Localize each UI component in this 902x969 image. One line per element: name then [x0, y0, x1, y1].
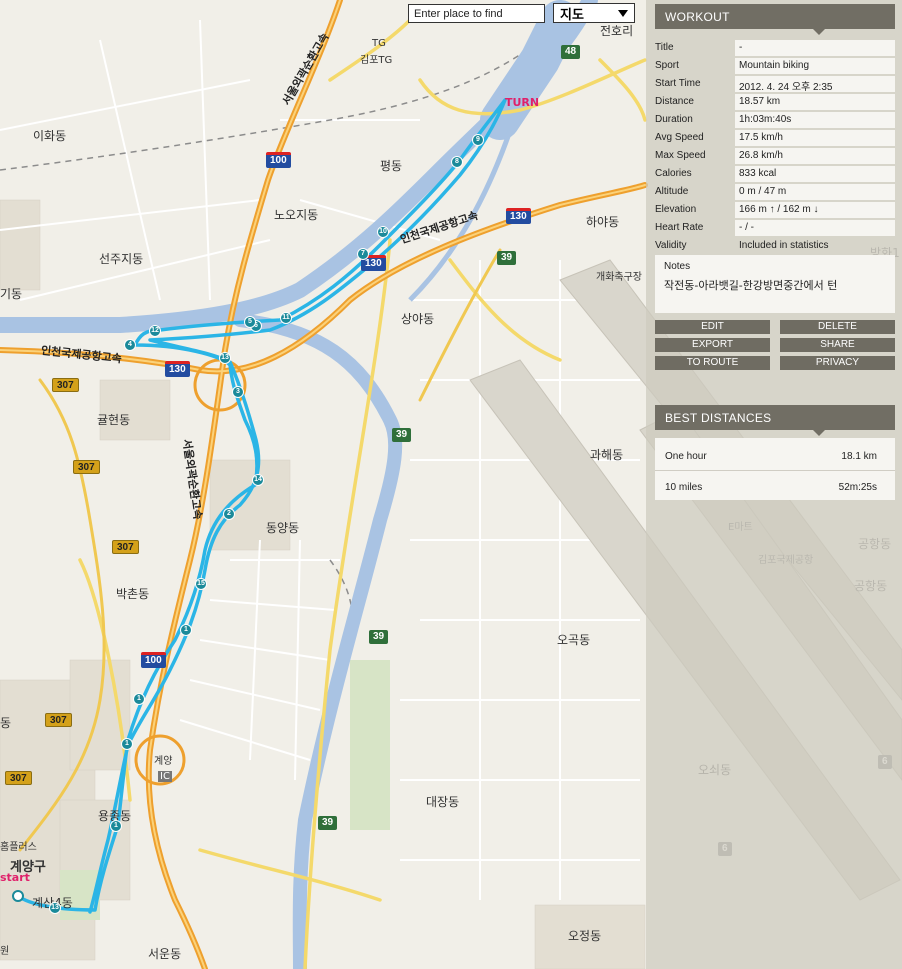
delete-button[interactable]: DELETE	[780, 320, 895, 334]
field-altitude: Altitude 0 m / 47 m	[655, 184, 895, 200]
map-type-label: 지도	[560, 7, 584, 23]
field-heart-rate: Heart Rate - / -	[655, 220, 895, 236]
field-value: Mountain biking	[735, 58, 895, 74]
field-value: 17.5 km/h	[735, 130, 895, 146]
field-duration: Duration 1h:03m:40s	[655, 112, 895, 128]
field-label: Start Time	[655, 78, 701, 89]
field-label: Distance	[655, 96, 694, 107]
best-value: 52m:25s	[838, 482, 877, 493]
field-value: -	[735, 40, 895, 56]
field-value: Included in statistics	[739, 240, 829, 251]
field-value: 166 m ↑ / 162 m ↓	[735, 202, 895, 218]
field-label: Title	[655, 42, 674, 53]
privacy-button[interactable]: PRIVACY	[780, 356, 895, 370]
to-route-button[interactable]: TO ROUTE	[655, 356, 770, 370]
field-value: 833 kcal	[735, 166, 895, 182]
chevron-down-icon	[618, 9, 628, 17]
field-distance: Distance 18.57 km	[655, 94, 895, 110]
field-calories: Calories 833 kcal	[655, 166, 895, 182]
place-search-input[interactable]: Enter place to find	[408, 4, 545, 23]
field-value: 18.57 km	[735, 94, 895, 110]
notes-title: Notes	[664, 261, 691, 272]
field-start-time: Start Time 2012. 4. 24 오후 2:35	[655, 76, 895, 93]
share-button[interactable]: SHARE	[780, 338, 895, 352]
field-label: Elevation	[655, 204, 697, 215]
notes-value: 작전동-아라뱃길-한강방면중간에서 턴	[664, 279, 838, 292]
field-max-speed: Max Speed 26.8 km/h	[655, 148, 895, 164]
best-distances-header: BEST DISTANCES	[655, 405, 895, 436]
field-label: Altitude	[655, 186, 689, 197]
best-distances-list: One hour 18.1 km 10 miles 52m:25s	[655, 438, 895, 500]
field-value: 0 m / 47 m	[735, 184, 895, 200]
field-label: Heart Rate	[655, 222, 704, 233]
map-type-select[interactable]: 지도	[553, 3, 635, 23]
best-row-one-hour: One hour 18.1 km	[655, 440, 895, 470]
notes-box: Notes 작전동-아라뱃길-한강방면중간에서 턴	[655, 255, 895, 313]
field-avg-speed: Avg Speed 17.5 km/h	[655, 130, 895, 146]
field-value: 26.8 km/h	[735, 148, 895, 164]
field-label: Sport	[655, 60, 679, 71]
field-label: Calories	[655, 168, 692, 179]
workout-header: WORKOUT	[655, 4, 895, 35]
best-label: 10 miles	[665, 482, 703, 493]
best-row-10-miles: 10 miles 52m:25s	[655, 470, 895, 500]
edit-button[interactable]: EDIT	[655, 320, 770, 334]
field-label: Avg Speed	[655, 132, 704, 143]
field-sport: Sport Mountain biking	[655, 58, 895, 74]
field-validity: Validity Included in statistics	[655, 238, 895, 254]
field-value: 1h:03m:40s	[735, 112, 895, 128]
best-label: One hour	[665, 451, 707, 462]
best-value: 18.1 km	[841, 451, 877, 462]
export-button[interactable]: EXPORT	[655, 338, 770, 352]
field-label: Validity	[655, 240, 687, 251]
field-label: Max Speed	[655, 150, 706, 161]
field-elevation: Elevation 166 m ↑ / 162 m ↓	[655, 202, 895, 218]
field-value: - / -	[735, 220, 895, 236]
field-label: Duration	[655, 114, 693, 125]
field-title: Title -	[655, 40, 895, 56]
field-value: 2012. 4. 24 오후 2:35	[735, 76, 895, 93]
